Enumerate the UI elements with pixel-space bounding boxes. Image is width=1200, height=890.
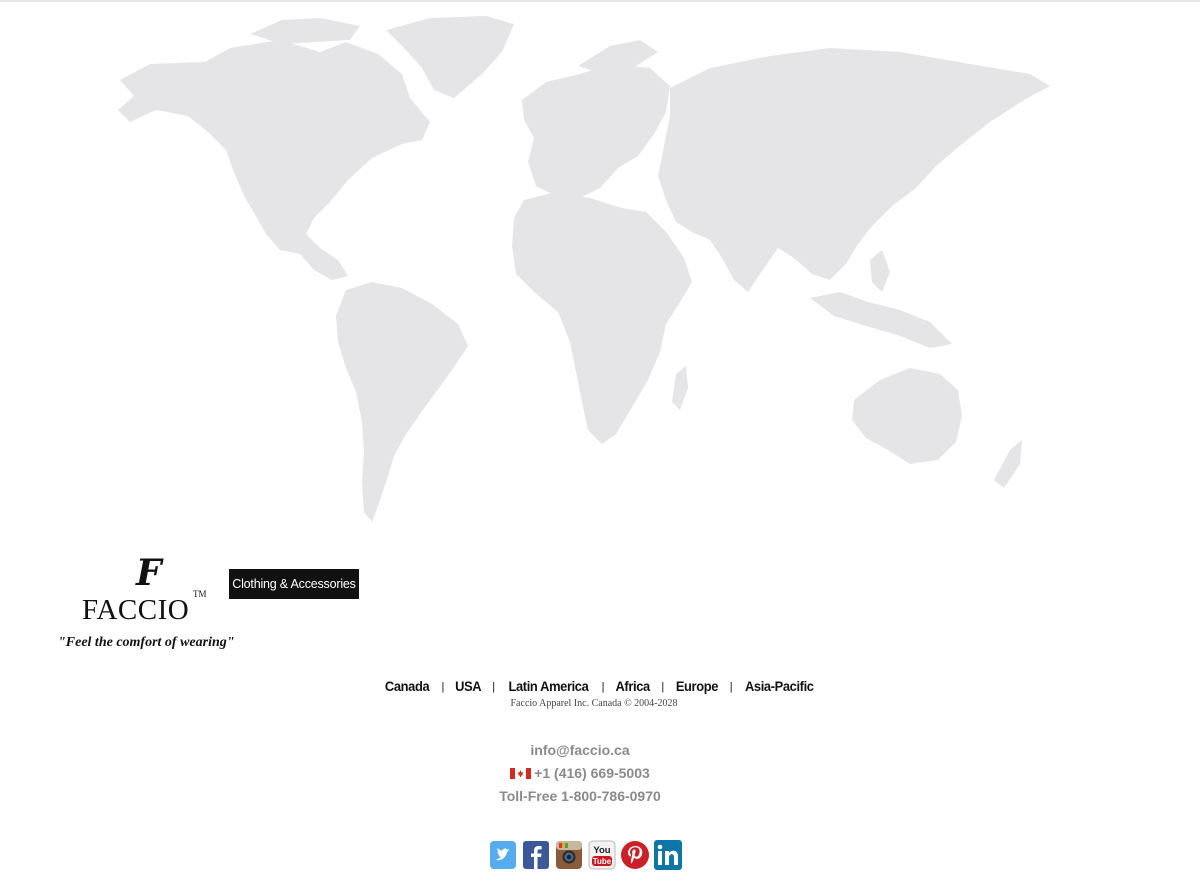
map-philippines [870, 250, 890, 292]
region-separator: | [729, 681, 733, 693]
map-asia [658, 48, 1050, 292]
region-link-europe[interactable]: Europe [676, 678, 719, 694]
map-africa [512, 192, 692, 444]
region-link-latin-america[interactable]: Latin America [508, 678, 588, 694]
region-link-africa[interactable]: Africa [616, 678, 651, 694]
phone-number: +1 (416) 669-5003 [534, 765, 650, 781]
region-link-usa[interactable]: USA [455, 678, 481, 694]
phone-line[interactable]: +1 (416) 669-5003 [0, 765, 1160, 781]
toll-free-number[interactable]: Toll-Free 1-800-786-0970 [0, 788, 1160, 804]
youtube-icon[interactable]: You Tube [587, 838, 617, 872]
map-madagascar [672, 366, 688, 410]
region-separator: | [661, 681, 664, 693]
email-link[interactable]: info@faccio.ca [0, 742, 1160, 758]
map-north-america [118, 40, 430, 280]
region-separator: | [601, 681, 605, 693]
world-map [118, 16, 1050, 522]
pinterest-icon[interactable] [620, 838, 650, 872]
map-australia [852, 368, 962, 464]
region-nav: Canada | USA | Latin America | Africa | Europe | A… [0, 678, 1200, 694]
copyright-text: Faccio Apparel Inc. Canada © 2004-2028 [510, 698, 678, 709]
instagram-icon[interactable] [554, 838, 584, 872]
region-separator: | [441, 681, 444, 693]
map-europe [522, 64, 670, 198]
map-south-america [336, 282, 468, 522]
logo-trademark: TM [193, 589, 207, 599]
map-arctic-islands [250, 18, 360, 44]
logo-wordmark: FACCIO [82, 594, 190, 626]
svg-text:Tube: Tube [593, 857, 612, 866]
map-new-zealand [994, 440, 1022, 488]
region-separator: | [492, 681, 495, 693]
faccio-logo[interactable]: F FACCIO TM "Feel the comfort of wearing… [58, 552, 235, 659]
top-divider [0, 0, 1200, 2]
map-indonesia [810, 292, 952, 348]
twitter-icon[interactable] [488, 838, 518, 872]
region-link-asia-pacific[interactable]: Asia-Pacific [745, 678, 814, 694]
svg-text:You: You [593, 845, 610, 856]
linkedin-icon[interactable] [653, 838, 683, 872]
region-link-canada[interactable]: Canada [385, 678, 430, 694]
canada-flag-icon [510, 768, 532, 779]
logo-slogan: "Feel the comfort of wearing" [58, 635, 235, 650]
logo-emblem: F [136, 552, 162, 594]
clothing-accessories-badge[interactable]: Clothing & Accessories [229, 569, 359, 599]
social-links: You Tube [488, 838, 683, 872]
facebook-icon[interactable] [521, 838, 551, 872]
